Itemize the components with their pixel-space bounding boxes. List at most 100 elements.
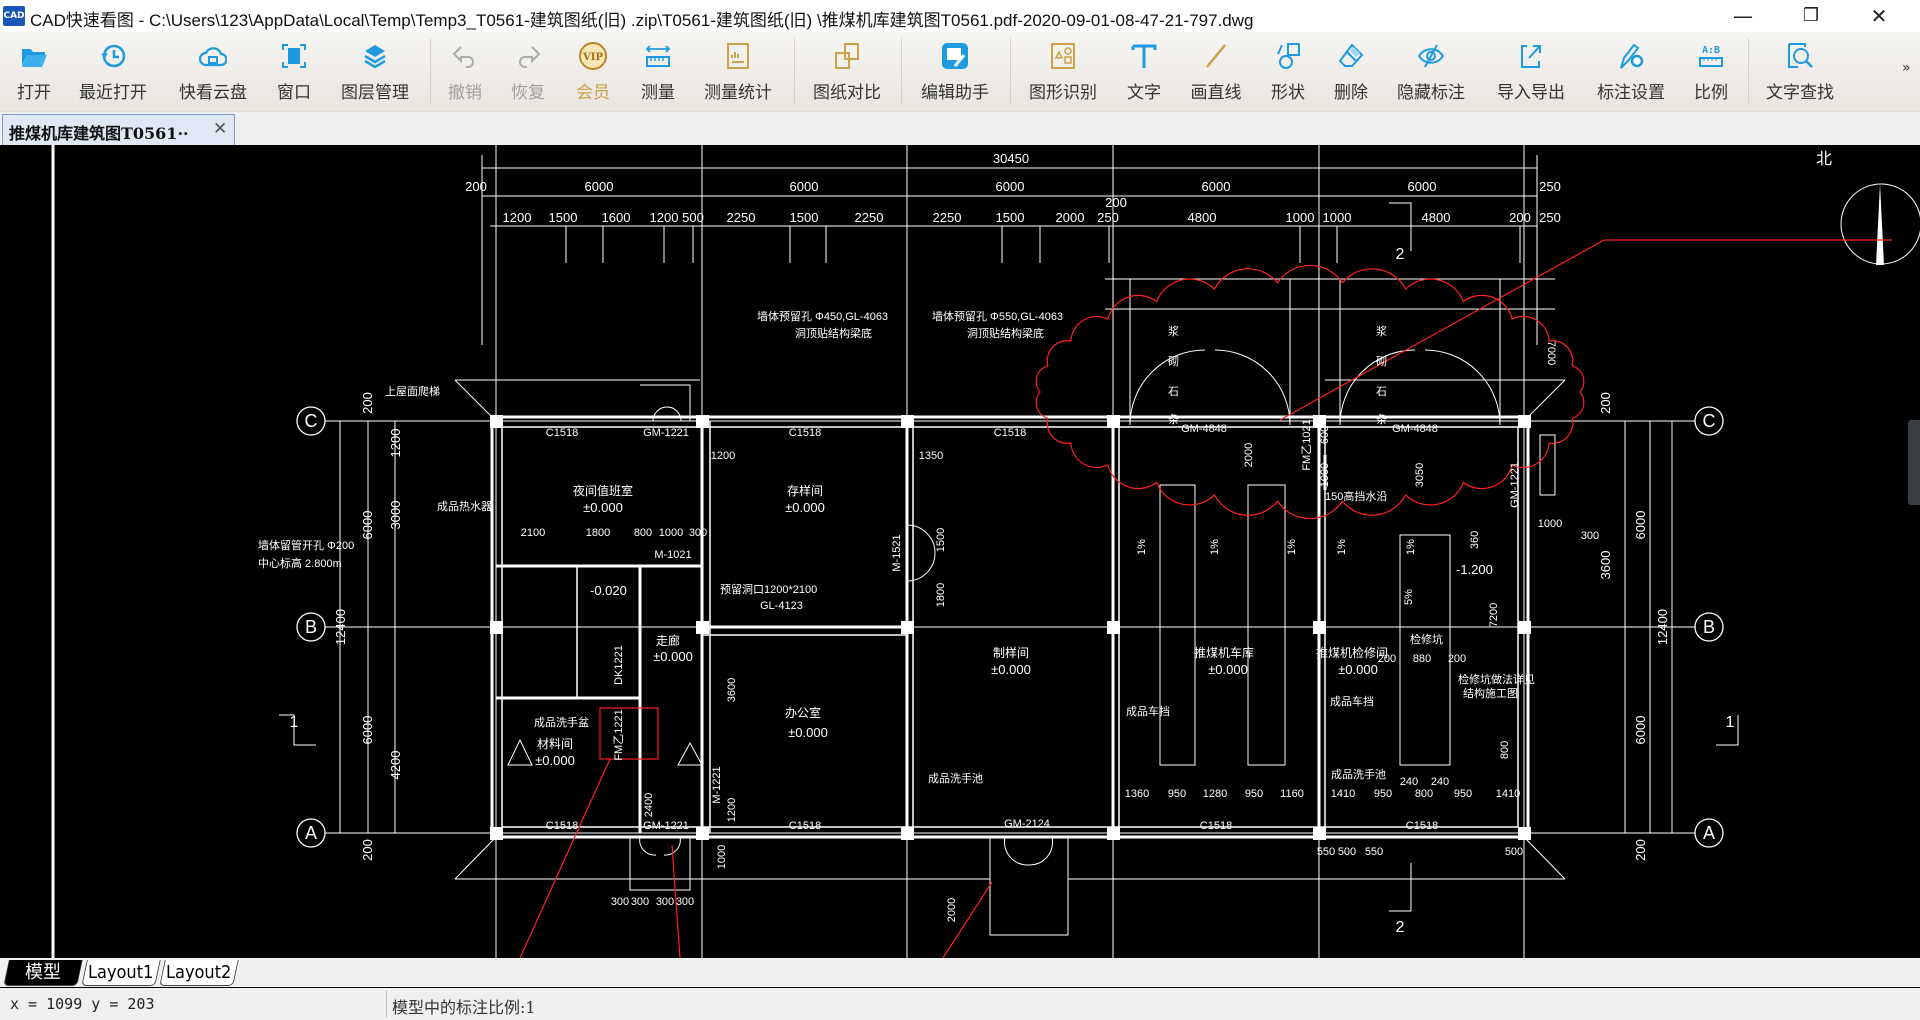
- minimize-button[interactable]: —: [1714, 0, 1772, 32]
- close-button[interactable]: ✕: [1850, 0, 1908, 32]
- dim-text: 6000: [1408, 179, 1437, 194]
- dim-text: 4800: [1188, 210, 1217, 225]
- annotation-scale-text: 模型中的标注比例:1: [392, 998, 536, 1017]
- eraser-icon: [1338, 43, 1364, 67]
- text-search-button[interactable]: 文字查找: [1760, 32, 1840, 112]
- restore-button[interactable]: ❐: [1782, 0, 1840, 32]
- dim-text: 950: [1454, 788, 1472, 800]
- dim-text: 6000: [1202, 179, 1231, 194]
- recent-clock-icon: [101, 44, 126, 68]
- room-level: ±0.000: [991, 662, 1031, 677]
- dim-text: 200: [1105, 195, 1127, 210]
- dim-text: 200: [1378, 653, 1396, 665]
- door-label: GM-4848: [1181, 423, 1227, 435]
- dim-text: 1500: [935, 528, 947, 552]
- door-label: GM-1221: [1509, 462, 1521, 508]
- room-level: ±0.000: [1338, 662, 1378, 677]
- hide-eye-icon: [1417, 44, 1445, 68]
- window-label: C1518: [994, 427, 1026, 439]
- dim-text: 360: [1469, 531, 1481, 549]
- dim-text: 6000: [360, 716, 375, 745]
- recent-open-button[interactable]: 最近打开: [73, 32, 153, 112]
- dim-text: 3000: [388, 501, 403, 530]
- dim-text: 2000: [1243, 443, 1255, 467]
- note-text: 石: [1168, 386, 1179, 398]
- dim-text: 500: [682, 210, 704, 225]
- scale-button[interactable]: A:B 比例: [1671, 32, 1751, 112]
- note-text: 结构施工图: [1463, 686, 1518, 700]
- dim-text: 1200: [388, 429, 403, 458]
- north-arrow-needle: [1876, 184, 1884, 265]
- note-text: 成品热水器: [437, 500, 492, 513]
- note-text: 中心标高 2.800m: [258, 556, 342, 570]
- shapes-icon: [1277, 43, 1300, 69]
- section-mark: 1: [1726, 714, 1735, 731]
- cloud-drive-icon: [199, 47, 227, 67]
- cad-drawing: C B A C B A 北 2 2 1 1 30450 200 250 6000…: [51, 145, 1920, 958]
- toolbar-more-button[interactable]: »: [1902, 60, 1911, 76]
- note-text: 预留洞口1200*2100: [720, 583, 817, 596]
- door-label: FM乙1021: [1300, 419, 1313, 470]
- dim-text: 240: [1431, 776, 1449, 788]
- edit-assistant-button[interactable]: 编辑助手: [915, 32, 995, 112]
- dim-text: 1200: [650, 210, 679, 225]
- note-text: 5%: [1403, 589, 1415, 605]
- dim-text: 550: [1365, 846, 1383, 858]
- door-label: M-1521: [891, 534, 903, 571]
- room-level: ±0.000: [583, 500, 623, 515]
- dim-text: 1200: [503, 210, 532, 225]
- status-bar: x = 1099 y = 203 模型中的标注比例:1: [0, 988, 1920, 1020]
- drawing-canvas[interactable]: C B A C B A 北 2 2 1 1 30450 200 250 6000…: [0, 145, 1920, 958]
- dim-text: 200: [360, 392, 375, 414]
- note-text: 上屋面爬梯: [385, 385, 440, 398]
- document-tab[interactable]: 推煤机库建筑图T0561·· ✕: [2, 114, 235, 145]
- window-icon: [282, 44, 306, 68]
- dim-text: 600: [1319, 426, 1331, 444]
- tab-model[interactable]: 模型: [3, 960, 83, 986]
- compare-button[interactable]: 图纸对比: [807, 32, 887, 112]
- dim-text: 1500: [549, 210, 578, 225]
- tab-layout1[interactable]: Layout1: [81, 960, 161, 986]
- door-label: GM-4848: [1392, 423, 1438, 435]
- room-name: 走廊: [656, 633, 680, 648]
- room-name: 办公室: [785, 705, 821, 720]
- dim-text: 2250: [855, 210, 884, 225]
- dim-text: 800: [634, 527, 652, 539]
- dim-text: 300: [656, 896, 674, 908]
- note-text: 墙体留管开孔 Φ200: [258, 538, 354, 552]
- measure-stats-icon: [727, 43, 749, 69]
- cursor-coordinates: x = 1099 y = 203: [10, 995, 155, 1013]
- hide-annotation-button[interactable]: 隐藏标注: [1391, 32, 1471, 112]
- tab-layout2-label: Layout2: [166, 962, 232, 983]
- layer-manager-button[interactable]: 图层管理: [335, 32, 415, 112]
- axis-label-b: B: [305, 617, 317, 637]
- measure-stats-button[interactable]: 测量统计: [698, 32, 778, 112]
- compare-label: 图纸对比: [813, 83, 881, 103]
- note-text: 成品洗手盆: [534, 715, 589, 729]
- dim-text: 4200: [388, 751, 403, 780]
- door-label: GM-1221: [643, 820, 689, 832]
- note-text: GL-4123: [760, 600, 803, 612]
- section-mark: 2: [1396, 919, 1405, 936]
- room-level: ±0.000: [1208, 662, 1248, 677]
- dim-text: 300: [1581, 530, 1599, 542]
- dim-text: 950: [1374, 788, 1392, 800]
- section-mark: 1: [290, 714, 299, 731]
- canvas-scroll-handle[interactable]: [1908, 420, 1920, 505]
- edit-assistant-label: 编辑助手: [921, 83, 989, 103]
- door-label: GM-1221: [643, 427, 689, 439]
- toolbar: 打开 最近打开 快看云盘 窗口 图层管理 撤销 恢复 VIP 会员 测量 测量统计…: [0, 32, 1920, 112]
- close-tab-icon[interactable]: ✕: [213, 119, 227, 139]
- note-text: 成品车挡: [1330, 694, 1374, 708]
- tab-layout2[interactable]: Layout2: [159, 960, 239, 986]
- note-text: 浆: [1376, 324, 1387, 338]
- scale-icon: A:B: [1699, 45, 1723, 67]
- ruler-icon: [645, 45, 671, 67]
- dim-text: 3050: [1414, 463, 1426, 487]
- import-export-button[interactable]: 导入导出: [1491, 32, 1571, 112]
- note-text: 1%: [1209, 539, 1221, 555]
- dim-text: 300: [611, 896, 629, 908]
- dim-text: 300: [689, 527, 707, 539]
- dim-text: 1500: [790, 210, 819, 225]
- room-level: ±0.000: [653, 649, 693, 664]
